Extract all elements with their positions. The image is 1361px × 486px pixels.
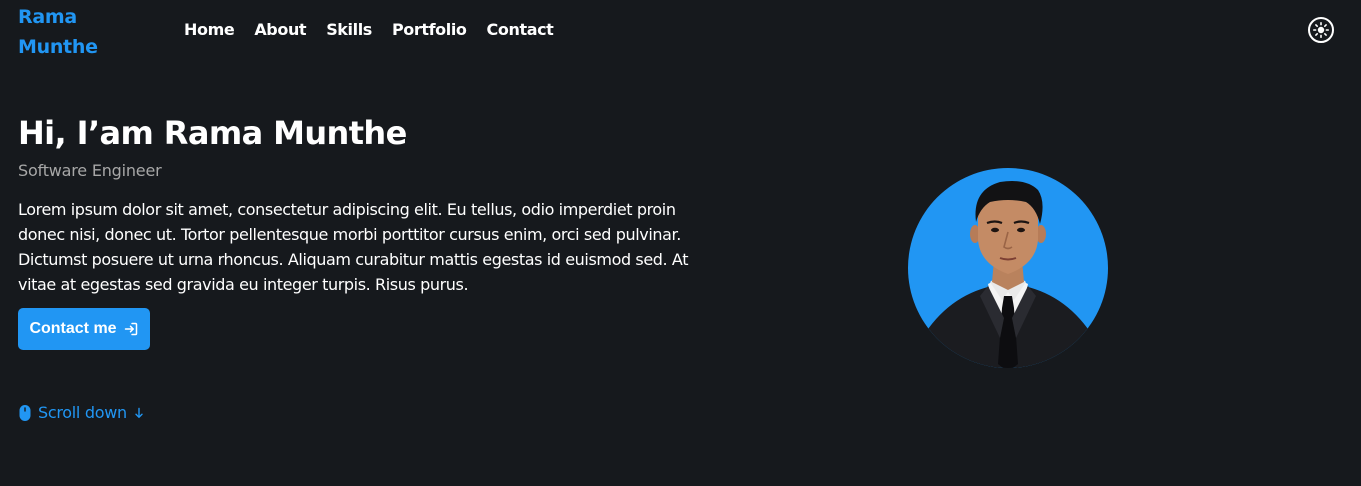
sun-icon bbox=[1313, 22, 1329, 38]
arrow-down-icon bbox=[135, 407, 143, 418]
contact-me-button[interactable]: Contact me bbox=[18, 308, 150, 350]
brand-logo[interactable]: Rama Munthe bbox=[18, 2, 128, 62]
nav-portfolio[interactable]: Portfolio bbox=[392, 20, 467, 39]
nav-contact[interactable]: Contact bbox=[487, 20, 554, 39]
hero-description: Lorem ipsum dolor sit amet, consectetur … bbox=[18, 200, 689, 294]
nav-home[interactable]: Home bbox=[184, 20, 235, 39]
contact-button-label: Contact me bbox=[29, 320, 117, 337]
hero-title: Hi, I’am Rama Munthe bbox=[18, 114, 407, 152]
nav-about[interactable]: About bbox=[254, 20, 306, 39]
nav-skills[interactable]: Skills bbox=[326, 20, 372, 39]
hero-subtitle: Software Engineer bbox=[18, 161, 162, 180]
theme-toggle-button[interactable] bbox=[1308, 17, 1334, 43]
profile-photo-illustration bbox=[922, 181, 1094, 368]
scroll-down-label: Scroll down bbox=[38, 403, 127, 422]
scroll-down-link[interactable]: Scroll down bbox=[18, 403, 145, 422]
mouse-icon bbox=[19, 404, 31, 421]
main-nav: Home About Skills Portfolio Contact bbox=[184, 20, 573, 39]
page: Rama Munthe Home About Skills Portfolio … bbox=[0, 0, 1361, 486]
login-icon bbox=[124, 322, 137, 336]
profile-photo bbox=[908, 168, 1108, 368]
